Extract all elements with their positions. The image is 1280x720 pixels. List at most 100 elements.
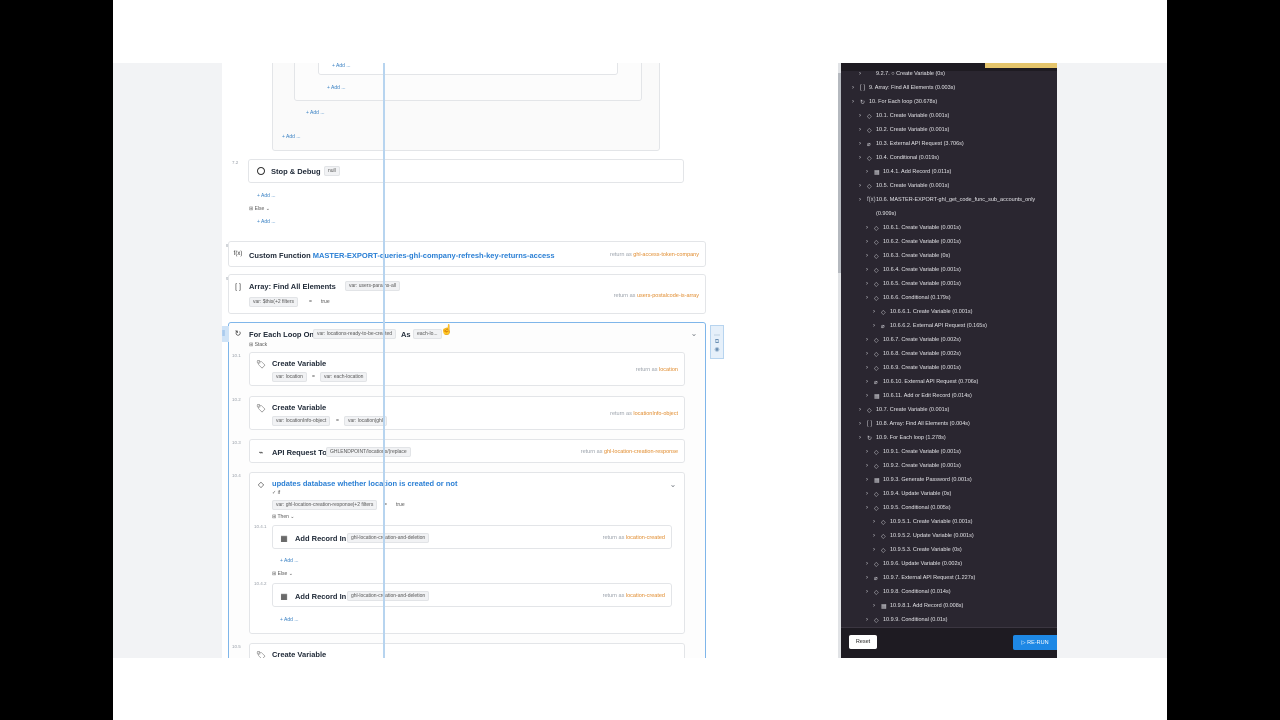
chevron-right-icon[interactable]: › <box>866 337 874 343</box>
chevron-right-icon[interactable]: › <box>866 561 874 567</box>
chevron-right-icon[interactable]: › <box>866 575 874 581</box>
chevron-right-icon[interactable]: › <box>873 547 881 553</box>
run-log-item[interactable]: › ◇ 10.6.2. Create Variable (0.001s) <box>841 235 961 249</box>
create-variable-step[interactable]: 🏷 Create Variable <box>249 643 685 658</box>
run-log-item[interactable]: › ◇ 10.9.2. Create Variable (0.001s) <box>841 459 961 473</box>
rerun-button[interactable]: ▷ RE-RUN <box>1013 635 1057 650</box>
chevron-right-icon[interactable]: › <box>866 169 874 175</box>
reset-button[interactable]: Reset <box>849 635 877 649</box>
run-log-item[interactable]: › ↻ 10. For Each loop (30.678s) <box>841 95 937 109</box>
run-log-item[interactable]: › ⌀ 10.6.6.2. External API Request (0.165s… <box>841 319 987 333</box>
run-log-item[interactable]: › ◇ 10.9.4. Update Variable (0s) <box>841 487 951 501</box>
chevron-right-icon[interactable]: › <box>873 603 881 609</box>
run-log-item[interactable]: › ◇ 10.1. Create Variable (0.001s) <box>841 109 949 123</box>
run-log-item[interactable]: › f(x) 10.6. MASTER-EXPORT-ghl_get_code_fu… <box>841 193 1035 207</box>
run-log-item[interactable]: › ◇ 10.9.5.3. Create Variable (0s) <box>841 543 962 557</box>
chevron-right-icon[interactable]: › <box>866 505 874 511</box>
chevron-right-icon[interactable]: › <box>866 295 874 301</box>
add-link[interactable]: + Add ... <box>280 617 299 623</box>
chevron-right-icon[interactable]: › <box>859 155 867 161</box>
run-log-item[interactable]: › ◇ 10.7. Create Variable (0.001s) <box>841 403 949 417</box>
chevron-right-icon[interactable]: › <box>859 71 867 77</box>
run-log-item[interactable]: › ▦ 10.6.11. Add or Edit Record (0.014s) <box>841 389 972 403</box>
run-log-item[interactable]: › ◇ 10.9.6. Update Variable (0.002s) <box>841 557 962 571</box>
run-log-item[interactable]: › ◇ 10.9.5.1. Create Variable (0.001s) <box>841 515 972 529</box>
chevron-right-icon[interactable]: › <box>866 239 874 245</box>
run-log-item[interactable]: ›[ ] 10.8. Array: Find All Elements (0.00… <box>841 417 970 431</box>
chevron-right-icon[interactable]: › <box>866 477 874 483</box>
chevron-right-icon[interactable]: › <box>859 435 867 441</box>
create-variable-step[interactable]: 🏷 Create Variable var: locationInfo-obje… <box>249 396 685 430</box>
run-log-item[interactable]: › ◇ 10.9.8. Conditional (0.014s) <box>841 585 951 599</box>
run-log-item[interactable]: › ◇ 10.6.7. Create Variable (0.002s) <box>841 333 961 347</box>
chevron-right-icon[interactable]: › <box>859 197 867 203</box>
run-log-item[interactable]: › ◇ 10.6.1. Create Variable (0.001s) <box>841 221 961 235</box>
chevron-right-icon[interactable]: › <box>866 463 874 469</box>
run-log-item[interactable]: › ⌀ 10.9.7. External API Request (1.227s) <box>841 571 975 585</box>
run-log-item[interactable]: › ◇ 10.6.6.1. Create Variable (0.001s) <box>841 305 972 319</box>
run-log-item[interactable]: › ◇ 10.6.4. Create Variable (0.001s) <box>841 263 961 277</box>
add-link[interactable]: + Add ... <box>327 85 346 91</box>
run-log-item[interactable]: › ◇ 10.2. Create Variable (0.001s) <box>841 123 949 137</box>
then-label[interactable]: ⊞ Then ⌄ <box>272 514 295 520</box>
chevron-right-icon[interactable]: › <box>866 281 874 287</box>
run-log-item[interactable]: › ◇ 10.6.6. Conditional (0.179s) <box>841 291 951 305</box>
chevron-right-icon[interactable]: › <box>866 225 874 231</box>
chevron-right-icon[interactable]: › <box>859 141 867 147</box>
chevron-right-icon[interactable]: › <box>852 99 860 105</box>
chevron-right-icon[interactable]: › <box>873 309 881 315</box>
run-log-item[interactable]: › ◇ 10.9.5.2. Update Variable (0.001s) <box>841 529 974 543</box>
chevron-down-icon[interactable]: ⌄ <box>689 328 699 338</box>
stop-debug-step[interactable]: Stop & Debug null <box>248 159 684 183</box>
chevron-right-icon[interactable]: › <box>866 393 874 399</box>
chevron-right-icon[interactable]: › <box>852 85 860 91</box>
chevron-right-icon[interactable]: › <box>859 183 867 189</box>
run-log-item[interactable]: › ◇ 10.4. Conditional (0.019s) <box>841 151 939 165</box>
run-log-item[interactable]: › ◇ 10.9.9. Conditional (0.01s) <box>841 613 948 627</box>
chevron-right-icon[interactable]: › <box>859 407 867 413</box>
add-link[interactable]: + Add ... <box>280 558 299 564</box>
add-link[interactable]: + Add ... <box>257 193 276 199</box>
run-log-item[interactable]: › ⌀ 10.6.10. External API Request (0.706s) <box>841 375 978 389</box>
else-label[interactable]: ⊞ Else ⌄ <box>249 206 270 212</box>
run-log-item[interactable]: › ▦ 10.9.3. Generate Password (0.001s) <box>841 473 972 487</box>
run-log-item[interactable]: (0.909s) <box>841 207 896 221</box>
run-log-item[interactable]: › ◇ 10.9.1. Create Variable (0.001s) <box>841 445 961 459</box>
run-log-item[interactable]: › ◇ 10.6.8. Create Variable (0.002s) <box>841 347 961 361</box>
add-link[interactable]: + Add ... <box>332 63 351 69</box>
add-link[interactable]: + Add ... <box>282 134 301 140</box>
add-record-step[interactable]: ▦ Add Record In ghl-location-creation-an… <box>272 583 672 607</box>
api-request-step[interactable]: ⌁ API Request To GHLENDPOINT/locations/(… <box>249 439 685 463</box>
run-log-item[interactable]: › ◇ 10.5. Create Variable (0.001s) <box>841 179 949 193</box>
chevron-right-icon[interactable]: › <box>866 589 874 595</box>
chevron-right-icon[interactable]: › <box>866 379 874 385</box>
run-log-item[interactable]: › ▦ 10.4.1. Add Record (0.011s) <box>841 165 951 179</box>
chevron-right-icon[interactable]: › <box>866 617 874 623</box>
create-variable-step[interactable]: 🏷 Create Variable var: location = var: e… <box>249 352 685 386</box>
find-all-step[interactable]: [ ] Array: Find All Elements var: users-… <box>228 274 706 314</box>
side-toolbar[interactable]: ⋯ ⧉ ◉ <box>710 325 724 359</box>
chevron-right-icon[interactable]: › <box>866 351 874 357</box>
else-label[interactable]: ⊞ Else ⌄ <box>272 571 293 577</box>
chevron-right-icon[interactable]: › <box>859 113 867 119</box>
add-link[interactable]: + Add ... <box>306 110 325 116</box>
run-log-item[interactable]: › ▦ 10.9.8.1. Add Record (0.008s) <box>841 599 963 613</box>
run-log-item[interactable]: › ↻ 10.9. For Each loop (1.278s) <box>841 431 946 445</box>
drag-handle-icon[interactable]: ⠿ <box>222 326 229 342</box>
conditional-step[interactable]: ◇ updates database whether location is c… <box>249 472 685 634</box>
chevron-right-icon[interactable]: › <box>866 449 874 455</box>
run-log-item[interactable]: › ◇ 10.9.5. Conditional (0.005s) <box>841 501 951 515</box>
run-log-item[interactable]: › ◇ 10.6.3. Create Variable (0s) <box>841 249 950 263</box>
chevron-right-icon[interactable]: › <box>873 519 881 525</box>
chevron-right-icon[interactable]: › <box>866 253 874 259</box>
chevron-right-icon[interactable]: › <box>873 533 881 539</box>
custom-function-step[interactable]: f(x) Custom Function MASTER-EXPORT-queri… <box>228 241 706 267</box>
run-log-item[interactable]: ›[ ] 9. Array: Find All Elements (0.003s) <box>841 81 955 95</box>
run-log-item[interactable]: › 9.2.7. ○ Create Variable (0s) <box>841 67 945 81</box>
chevron-right-icon[interactable]: › <box>859 127 867 133</box>
chevron-right-icon[interactable]: › <box>866 365 874 371</box>
run-log-item[interactable]: › ◇ 10.6.9. Create Variable (0.001s) <box>841 361 961 375</box>
chevron-right-icon[interactable]: › <box>873 323 881 329</box>
chevron-down-icon[interactable]: ⌄ <box>668 479 678 489</box>
chevron-right-icon[interactable]: › <box>859 421 867 427</box>
